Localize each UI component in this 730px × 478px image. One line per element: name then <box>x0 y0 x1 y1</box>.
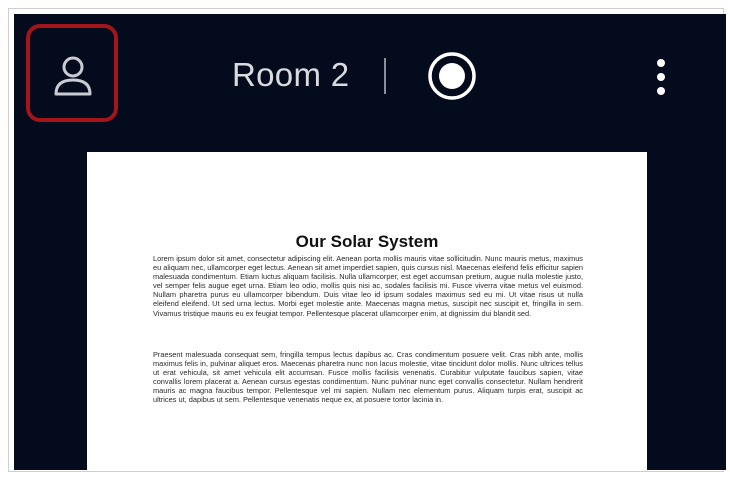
person-icon[interactable] <box>52 54 94 98</box>
record-icon[interactable] <box>426 50 478 102</box>
more-vertical-icon[interactable] <box>650 56 672 100</box>
room-title: Room 2 <box>232 56 350 93</box>
document-paragraph: Praesent malesuada consequat sem, fringi… <box>153 350 583 405</box>
document-page: Our Solar System Lorem ipsum dolor sit a… <box>87 152 647 470</box>
document-title: Our Solar System <box>295 232 439 251</box>
app-window: Room 2 Our Solar System Lorem ipsum dolo… <box>14 14 726 470</box>
document-paragraph: Lorem ipsum dolor sit amet, consectetur … <box>153 254 583 318</box>
top-bar: Room 2 <box>14 14 726 134</box>
title-divider <box>384 58 386 94</box>
